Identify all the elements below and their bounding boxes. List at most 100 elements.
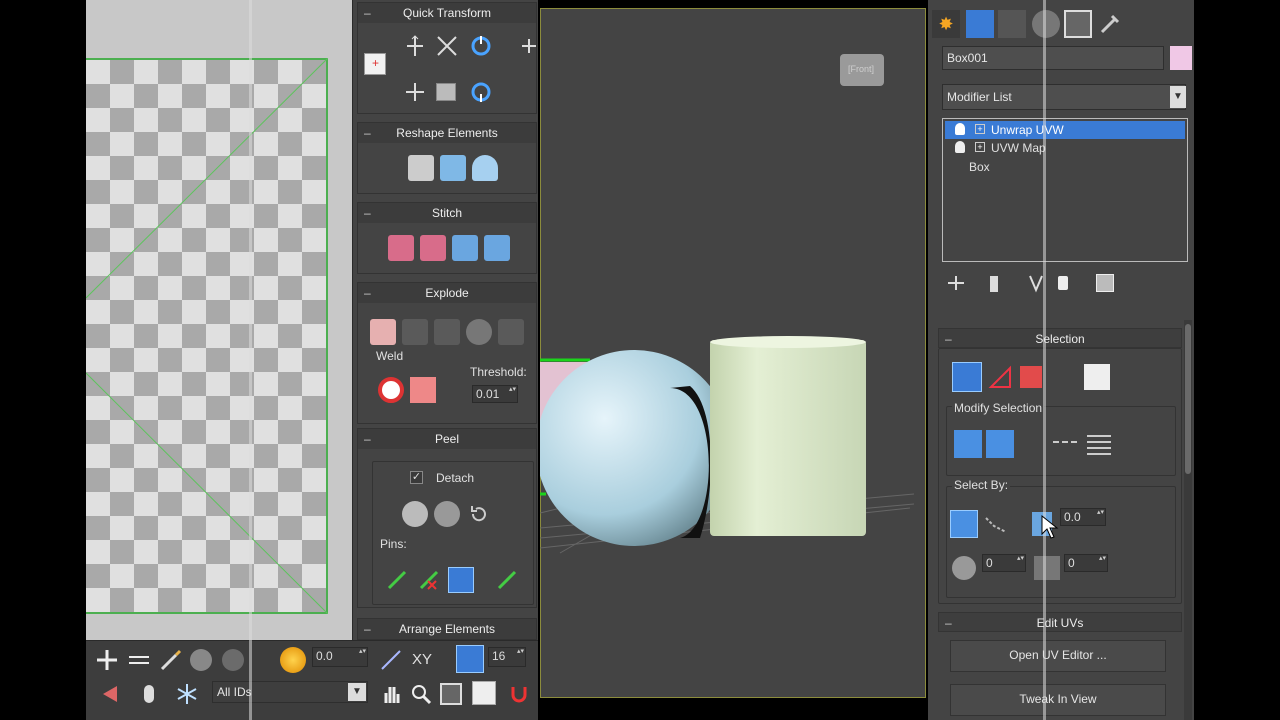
break-icon[interactable] — [466, 319, 492, 345]
zoom-region-icon[interactable] — [440, 683, 462, 705]
ring-icon[interactable] — [1084, 430, 1114, 458]
explode-by-smoothing-icon[interactable] — [370, 319, 396, 345]
magnet-snap-icon[interactable] — [506, 681, 532, 707]
stitch-custom-icon[interactable] — [484, 235, 510, 261]
selection-rollout-header[interactable]: – Selection — [938, 328, 1182, 348]
chevron-down-icon[interactable]: ▼ — [348, 683, 366, 701]
remove-modifier-icon[interactable] — [1058, 276, 1068, 290]
object-color-swatch[interactable] — [1170, 46, 1192, 70]
element-mode-icon[interactable] — [1084, 364, 1110, 390]
material-id-spinner[interactable]: 0 — [1064, 554, 1108, 572]
planar-angle-spinner[interactable]: 0.0 — [1060, 508, 1106, 526]
stack-item-unwrap-uvw[interactable]: Unwrap UVW — [991, 123, 1064, 137]
pin-stack-icon[interactable] — [946, 272, 966, 294]
peel-header[interactable]: – Peel — [358, 429, 536, 449]
polygon-mode-icon[interactable] — [1020, 366, 1042, 388]
vertex-mode-icon[interactable] — [952, 362, 982, 392]
bulb-icon[interactable] — [955, 123, 965, 135]
weld-selected-icon[interactable] — [410, 377, 436, 403]
threshold-spinner[interactable]: 0.01 — [472, 385, 518, 403]
display-tab-icon[interactable] — [1064, 10, 1092, 38]
chevron-down-icon[interactable]: ▼ — [1170, 86, 1186, 108]
viewcube-label[interactable]: [Front] — [848, 64, 874, 74]
sun-icon[interactable] — [280, 647, 306, 673]
lines-icon[interactable] — [126, 647, 152, 673]
select-by-smoothing-icon[interactable] — [952, 556, 976, 580]
soft-selection-icon[interactable] — [190, 649, 212, 671]
snowflake-icon[interactable] — [174, 681, 200, 707]
pan-hand-icon[interactable] — [378, 681, 404, 707]
light-icon[interactable] — [144, 685, 154, 703]
grid-spinner[interactable]: 16 — [488, 647, 526, 667]
delete-pins-icon[interactable] — [416, 567, 442, 593]
align-horizontal-icon[interactable] — [402, 33, 428, 59]
stitch-to-source-icon[interactable] — [452, 235, 478, 261]
motion-tab-icon[interactable] — [1032, 10, 1060, 38]
quick-transform-header[interactable]: – Quick Transform — [358, 3, 536, 23]
utilities-tab-icon[interactable] — [1096, 10, 1124, 38]
space-horizontal-icon[interactable] — [402, 79, 428, 105]
falloff-spinner[interactable]: 0.0 — [312, 647, 368, 667]
select-by-material-icon[interactable] — [1034, 556, 1060, 580]
grid-snap-icon[interactable] — [456, 645, 484, 673]
explode-flatten-icon[interactable] — [402, 319, 428, 345]
hierarchy-tab-icon[interactable] — [998, 10, 1026, 38]
select-by-edge-icon[interactable] — [982, 510, 1010, 538]
xy-toggle[interactable]: XY — [412, 651, 432, 668]
reshape-elements-header[interactable]: – Reshape Elements — [358, 123, 536, 143]
select-pins-icon[interactable] — [494, 567, 520, 593]
configure-modifier-sets-icon[interactable] — [1096, 274, 1114, 292]
edge-mode-icon[interactable] — [986, 362, 1016, 392]
edit-pins-icon[interactable] — [384, 567, 410, 593]
rotate-cw-icon[interactable] — [468, 33, 494, 59]
modifier-list-dropdown[interactable]: Modifier List — [942, 84, 1186, 110]
falloff-icon[interactable] — [222, 649, 244, 671]
modify-tab-icon[interactable] — [966, 10, 994, 38]
expand-icon[interactable]: + — [975, 124, 985, 134]
select-by-element-icon[interactable] — [950, 510, 978, 538]
command-panel-scrollbar[interactable] — [1184, 320, 1192, 720]
edit-uvs-rollout-header[interactable]: – Edit UVs — [938, 612, 1182, 632]
material-id-dropdown[interactable]: All IDs — [212, 681, 368, 703]
shrink-selection-icon[interactable] — [986, 430, 1014, 458]
zoom-extents-icon[interactable] — [472, 681, 496, 705]
detach-checkbox[interactable]: ✓ — [410, 471, 423, 484]
stitch-to-average-icon[interactable] — [420, 235, 446, 261]
create-tab-icon[interactable]: ✸ — [932, 10, 960, 38]
stitch-to-target-icon[interactable] — [388, 235, 414, 261]
tweak-in-view-button[interactable]: Tweak In View — [950, 684, 1166, 716]
open-uv-editor-button[interactable]: Open UV Editor ... — [950, 640, 1166, 672]
straighten-selection-icon[interactable] — [408, 155, 434, 181]
auto-pin-icon[interactable] — [448, 567, 474, 593]
move-cross-icon[interactable] — [94, 647, 120, 673]
align-diagonal-icon[interactable] — [434, 33, 460, 59]
paint-select-icon[interactable] — [100, 681, 126, 707]
explode-all-icon[interactable] — [498, 319, 524, 345]
smoothing-spinner[interactable]: 0 — [982, 554, 1026, 572]
expand-icon[interactable]: + — [975, 142, 985, 152]
relax-tool-icon[interactable] — [472, 155, 498, 181]
arrange-elements-header[interactable]: – Arrange Elements — [358, 619, 536, 639]
stack-item-uvw-map[interactable]: UVW Map — [991, 141, 1046, 155]
quick-peel-icon[interactable] — [402, 501, 428, 527]
paint-brush-icon[interactable] — [158, 647, 184, 673]
line-tool-icon[interactable] — [378, 647, 404, 673]
bulb-icon[interactable] — [955, 141, 965, 153]
loop-icon[interactable] — [1050, 430, 1080, 458]
reset-peel-icon[interactable] — [466, 501, 492, 527]
show-end-result-icon[interactable] — [990, 276, 998, 292]
zoom-icon[interactable] — [408, 681, 434, 707]
straighten-icon[interactable] — [518, 33, 538, 59]
rotate-ccw-icon[interactable] — [468, 79, 494, 105]
scale-icon[interactable] — [436, 83, 456, 101]
stack-item-box[interactable]: Box — [969, 160, 990, 174]
scrollbar-thumb[interactable] — [1185, 324, 1191, 474]
weld-target-icon[interactable] — [378, 377, 404, 403]
pivot-icon[interactable]: + — [364, 53, 386, 75]
peel-mode-icon[interactable] — [434, 501, 460, 527]
relax-icon[interactable] — [440, 155, 466, 181]
grow-selection-icon[interactable] — [954, 430, 982, 458]
explode-header[interactable]: – Explode — [358, 283, 536, 303]
object-name-field[interactable]: Box001 — [942, 46, 1164, 70]
stitch-header[interactable]: – Stitch — [358, 203, 536, 223]
